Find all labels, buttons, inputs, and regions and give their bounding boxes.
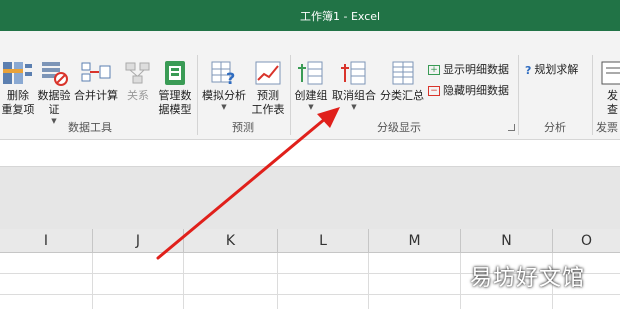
watermark: 易坊好文馆	[470, 266, 586, 291]
